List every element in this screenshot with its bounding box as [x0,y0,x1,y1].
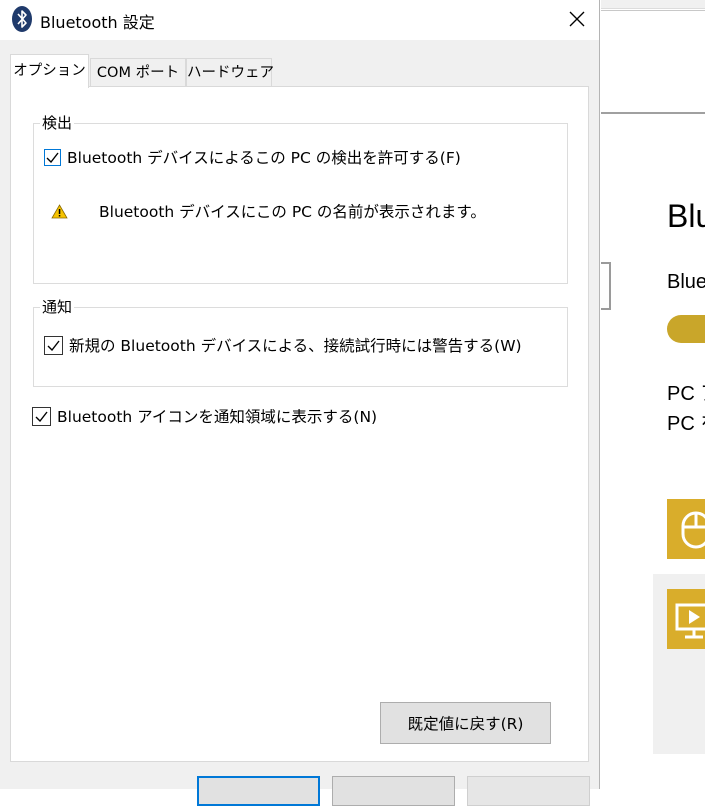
allow-discovery-checkbox[interactable] [44,148,61,166]
alert-new-device-checkbox[interactable] [44,335,63,355]
display-device-tile[interactable] [667,589,705,649]
show-icon-checkbox[interactable] [32,406,51,426]
bluetooth-settings-dialog: Bluetooth 設定 オプション COM ポート ハードウェア 検出 Blu… [0,0,600,806]
background-window-heading: Blu [667,198,705,234]
checkmark-icon [46,152,59,163]
options-tab-panel: 検出 Bluetooth デバイスによるこの PC の検出を許可する(F) Bl… [10,86,589,762]
allow-discovery-checkbox-row[interactable]: Bluetooth デバイスによるこの PC の検出を許可する(F) [44,146,461,168]
bluetooth-toggle[interactable] [667,315,705,343]
alert-new-device-checkbox-row[interactable]: 新規の Bluetooth デバイスによる、接続試行時には警告する(W) [44,334,522,356]
background-window-edge [601,10,705,33]
mouse-icon [681,511,705,549]
allow-discovery-label: Bluetooth デバイスによるこの PC の検出を許可する(F) [67,149,461,167]
checkmark-icon [47,340,60,351]
bluetooth-icon [12,6,32,32]
tab-hardware[interactable]: ハードウェア [186,58,274,86]
warning-icon [51,203,68,218]
discovery-group-title: 検出 [40,114,75,132]
checkmark-icon [35,411,48,422]
dialog-title: Bluetooth 設定 [40,13,155,32]
mouse-device-tile[interactable] [667,499,705,559]
discovery-warning-text: Bluetooth デバイスにこの PC の名前が表示されます。 [99,203,486,221]
background-settings-window: Blu Blue PC ア PC を [601,0,705,789]
show-icon-checkbox-row[interactable]: Bluetooth アイコンを通知領域に表示する(N) [32,405,377,427]
background-window-text-line-1: PC ア [667,383,705,405]
close-button[interactable] [556,0,598,38]
notifications-group-title: 通知 [40,298,75,316]
dialog-titlebar[interactable]: Bluetooth 設定 [0,0,599,40]
tab-options[interactable]: オプション [10,54,89,88]
background-window-bluetooth-label: Blue [667,271,705,293]
projector-display-icon [675,603,705,639]
ok-button[interactable] [197,776,320,806]
background-window-search-box-edge[interactable] [601,262,611,310]
background-window-titlebar [601,0,705,9]
discovery-group: 検出 Bluetooth デバイスによるこの PC の検出を許可する(F) Bl… [33,114,568,284]
background-window-divider [601,112,705,114]
notifications-group: 通知 新規の Bluetooth デバイスによる、接続試行時には警告する(W) [33,298,568,387]
restore-defaults-button[interactable]: 既定値に戻す(R) [380,702,551,744]
show-icon-label: Bluetooth アイコンを通知領域に表示する(N) [57,408,378,426]
discovery-warning: Bluetooth デバイスにこの PC の名前が表示されます。 [51,200,486,222]
close-icon [569,11,585,27]
background-window-text-line-2: PC を [667,413,705,435]
apply-button[interactable] [467,776,590,806]
cancel-button[interactable] [332,776,455,806]
alert-new-device-label: 新規の Bluetooth デバイスによる、接続試行時には警告する(W) [69,337,522,355]
tab-com-ports[interactable]: COM ポート [90,58,186,86]
